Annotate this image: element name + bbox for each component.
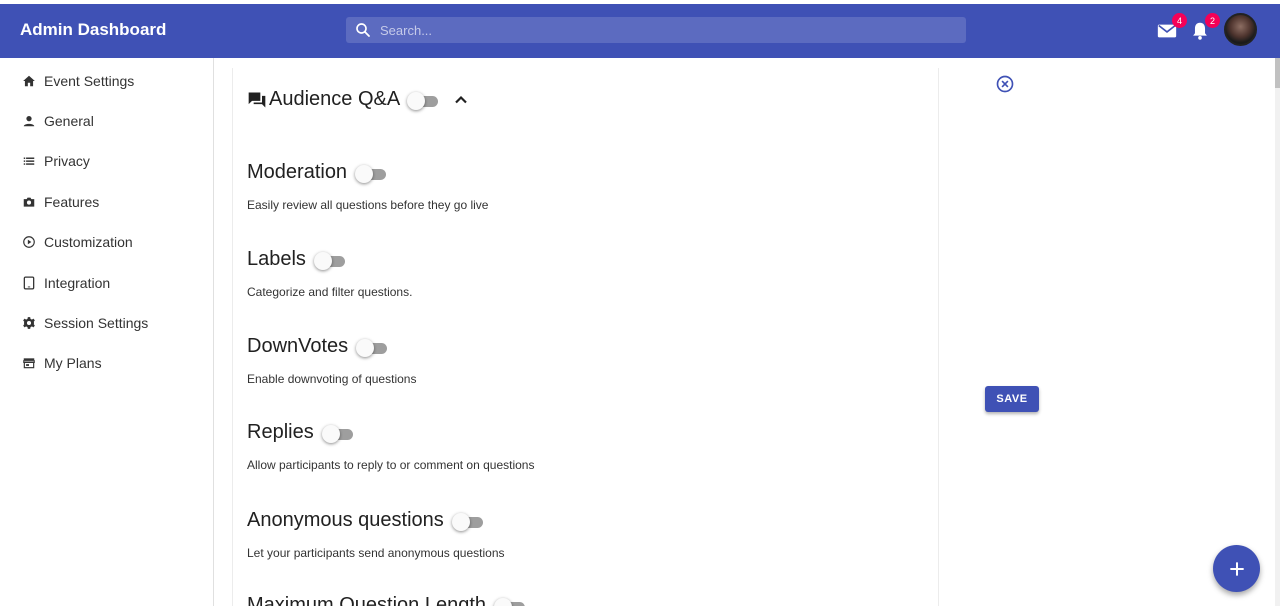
setting-title: DownVotes — [247, 335, 349, 357]
moderation-toggle[interactable] — [355, 163, 389, 183]
sidebar-item-label: My Plans — [44, 355, 102, 371]
notifications-badge: 2 — [1205, 13, 1220, 28]
add-button[interactable] — [1213, 545, 1260, 592]
plus-icon — [1229, 561, 1244, 576]
home-icon — [23, 75, 35, 87]
setting-title: Replies — [247, 421, 314, 443]
sidebar-item-label: General — [44, 113, 94, 129]
setting-replies: Replies Allow participants to reply to o… — [247, 421, 534, 472]
save-button[interactable]: SAVE — [985, 386, 1039, 412]
sidebar-item-label: Event Settings — [44, 73, 135, 89]
store-icon — [23, 358, 35, 369]
close-icon[interactable] — [995, 74, 1015, 94]
tablet-icon — [23, 276, 35, 290]
setting-description: Let your participants send anonymous que… — [247, 546, 505, 560]
setting-description: Allow participants to reply to or commen… — [247, 458, 535, 472]
avatar[interactable] — [1224, 13, 1257, 46]
setting-description: Categorize and filter questions. — [247, 285, 413, 299]
sidebar-item-label: Customization — [44, 234, 133, 250]
setting-title: Labels — [247, 248, 306, 270]
setting-anonymous-questions: Anonymous questions Let your participant… — [247, 509, 505, 560]
scrollbar-thumb[interactable] — [1275, 58, 1280, 88]
sidebar-item-general[interactable]: General — [0, 101, 213, 141]
section-title: Audience Q&A — [269, 88, 401, 110]
anonymous-questions-toggle[interactable] — [451, 511, 486, 531]
forum-icon — [248, 92, 266, 107]
sidebar-item-customization[interactable]: Customization — [0, 222, 213, 262]
sidebar-item-label: Features — [44, 194, 100, 210]
setting-labels: Labels Categorize and filter questions. — [247, 248, 412, 299]
replies-toggle[interactable] — [321, 423, 356, 443]
setting-description: Easily review all questions before they … — [247, 198, 489, 212]
camera-icon — [23, 197, 35, 207]
app-title[interactable]: Admin Dashboard — [20, 20, 166, 40]
chevron-up-icon[interactable] — [451, 90, 471, 110]
setting-description: Enable downvoting of questions — [247, 372, 417, 386]
setting-title: Maximum Question Length — [247, 594, 487, 606]
labels-toggle[interactable] — [313, 250, 348, 270]
notifications-button[interactable]: 2 — [1189, 13, 1220, 42]
setting-moderation: Moderation Easily review all questions b… — [247, 161, 488, 212]
sidebar: Event Settings General Privacy Features … — [0, 58, 214, 606]
maximum-question-length-toggle[interactable] — [494, 596, 528, 606]
person-icon — [23, 116, 35, 127]
search-icon — [356, 23, 370, 37]
mail-button[interactable]: 4 — [1156, 13, 1187, 42]
sidebar-item-label: Integration — [44, 275, 111, 291]
play-circle-icon — [23, 236, 35, 248]
section-header: Audience Q&A — [247, 88, 471, 111]
sidebar-item-features[interactable]: Features — [0, 182, 213, 222]
audience-qa-toggle[interactable] — [407, 90, 441, 110]
setting-title: Moderation — [247, 161, 348, 183]
search-input[interactable] — [380, 22, 940, 38]
sidebar-item-integration[interactable]: Integration — [0, 263, 213, 303]
sidebar-item-my-plans[interactable]: My Plans — [0, 343, 213, 383]
sidebar-item-privacy[interactable]: Privacy — [0, 141, 213, 181]
sidebar-item-label: Session Settings — [44, 315, 149, 331]
toggle-thumb — [407, 91, 426, 110]
settings-panel: Audience Q&A Moderation Easily review al… — [232, 68, 939, 606]
setting-downvotes: DownVotes Enable downvoting of questions — [247, 335, 416, 386]
mail-badge: 4 — [1172, 13, 1187, 28]
gear-icon — [23, 317, 35, 329]
list-icon — [23, 157, 35, 165]
sidebar-item-event-settings[interactable]: Event Settings — [0, 61, 213, 101]
downvotes-toggle[interactable] — [356, 337, 390, 357]
app-bar: Admin Dashboard 4 2 — [0, 0, 1280, 58]
sidebar-item-session-settings[interactable]: Session Settings — [0, 303, 213, 343]
sidebar-item-label: Privacy — [44, 153, 90, 169]
page-scrollbar[interactable] — [1275, 58, 1280, 606]
search-box[interactable] — [346, 17, 966, 43]
setting-maximum-question-length: Maximum Question Length — [247, 594, 528, 606]
setting-title: Anonymous questions — [247, 509, 444, 531]
